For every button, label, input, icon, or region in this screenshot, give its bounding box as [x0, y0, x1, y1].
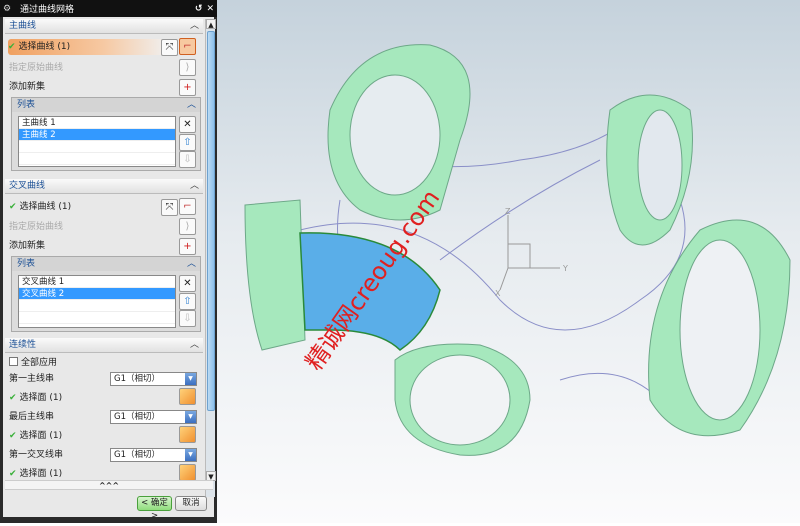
check-icon: ✔	[9, 393, 17, 403]
chevron-down-icon[interactable]: ▼	[185, 373, 196, 385]
scrollbar[interactable]: ▲ ▼	[205, 19, 216, 497]
apply-all-checkbox[interactable]: 全部应用	[9, 355, 201, 371]
list-item[interactable]: 主曲线 2	[19, 129, 175, 141]
value: G1（相切）	[114, 374, 160, 384]
primary-add-set-label: 添加新集	[9, 82, 46, 92]
section-primary-curves[interactable]: 主曲线 ︿	[5, 19, 203, 34]
cross-add-set-label: 添加新集	[9, 241, 46, 251]
model-view: Y X Z 精诚网creoug.com	[244, 44, 791, 456]
curve-rule-icon[interactable]: ⌐	[179, 38, 196, 55]
reset-icon[interactable]: ↺	[195, 4, 203, 14]
check-icon: ✔	[9, 431, 17, 441]
face-select-icon[interactable]	[179, 426, 196, 443]
chevron-up-icon[interactable]: ︿	[190, 179, 199, 194]
label: 选择曲线 (1)	[19, 202, 72, 212]
section-title: 主曲线	[9, 21, 37, 31]
axis-label-y: Y	[562, 264, 568, 273]
label: 全部应用	[21, 358, 58, 368]
chevron-up-icon[interactable]: ︿	[187, 98, 196, 112]
chevron-up-icon[interactable]: ︿	[190, 338, 199, 353]
move-up-icon[interactable]: ⇧	[179, 293, 196, 310]
cross-specify-origin: 指定原始曲线	[9, 222, 64, 232]
dialog-body: ▲ ▼ 主曲线 ︿ ✔ 选择曲线 (1) ⤧ ⌐ 指定原始曲线 ⟩ 添加新集 + 列…	[3, 17, 216, 517]
cancel-button[interactable]: 取消	[175, 496, 207, 511]
section-continuity[interactable]: 连续性 ︿	[5, 338, 203, 353]
dialog-title: 通过曲线网格	[20, 5, 75, 15]
origin-curve-icon[interactable]: ⟩	[179, 59, 196, 76]
first-cross-select[interactable]: G1（相切） ▼	[110, 448, 197, 462]
last-primary-select[interactable]: G1（相切） ▼	[110, 410, 197, 424]
wcs-triad	[499, 215, 560, 291]
move-up-icon[interactable]: ⇧	[179, 134, 196, 151]
chevron-down-icon[interactable]: ▼	[185, 411, 196, 423]
add-set-icon[interactable]: +	[179, 238, 196, 255]
value: G1（相切）	[114, 412, 160, 422]
primary-list-group: 列表 ︿ 主曲线 1 主曲线 2 ✕ ⇧ ⇩	[11, 97, 201, 171]
reverse-direction-icon[interactable]: ⤧	[161, 39, 178, 56]
dialog-titlebar: ⚙ 通过曲线网格 ↺ ✕	[0, 0, 217, 17]
reverse-direction-icon[interactable]: ⤧	[161, 199, 178, 216]
section-title: 连续性	[9, 340, 37, 350]
gear-icon[interactable]: ⚙	[0, 4, 14, 14]
face-select-icon[interactable]	[179, 388, 196, 405]
list-item[interactable]: 交叉曲线 1	[19, 276, 175, 288]
label: 选择面 (1)	[19, 431, 63, 441]
close-icon[interactable]: ✕	[206, 4, 214, 14]
value: G1（相切）	[114, 450, 160, 460]
first-primary-face[interactable]: ✔ 选择面 (1)	[9, 390, 201, 406]
list-header: 列表	[17, 100, 36, 110]
list-item[interactable]: 交叉曲线 2	[19, 288, 175, 300]
check-icon: ✔	[9, 469, 17, 479]
check-icon: ✔	[9, 202, 17, 212]
scroll-up-icon[interactable]: ▲	[206, 19, 216, 29]
label: 选择面 (1)	[19, 469, 63, 479]
more-options-toggle[interactable]: ^^^	[5, 480, 213, 490]
label: 选择曲线 (1)	[18, 42, 71, 52]
scroll-thumb[interactable]	[207, 31, 215, 411]
cross-list-group: 列表 ︿ 交叉曲线 1 交叉曲线 2 ✕ ⇧ ⇩	[11, 256, 201, 332]
primary-list[interactable]: 主曲线 1 主曲线 2	[18, 116, 176, 167]
move-down-icon[interactable]: ⇩	[179, 310, 196, 327]
face-select-icon[interactable]	[179, 464, 196, 481]
graphics-viewport[interactable]: Y X Z 精诚网creoug.com	[217, 0, 800, 523]
list-header: 列表	[17, 259, 36, 269]
remove-icon[interactable]: ✕	[179, 275, 196, 292]
origin-curve-icon[interactable]: ⟩	[179, 218, 196, 235]
check-icon: ✔	[8, 42, 16, 52]
cross-list[interactable]: 交叉曲线 1 交叉曲线 2	[18, 275, 176, 328]
label: 选择面 (1)	[19, 393, 63, 403]
move-down-icon[interactable]: ⇩	[179, 151, 196, 168]
ok-button[interactable]: < 确定 >	[137, 496, 172, 521]
primary-select-curve[interactable]: ✔ 选择曲线 (1)	[8, 39, 168, 55]
section-cross-curves[interactable]: 交叉曲线 ︿	[5, 179, 203, 194]
remove-icon[interactable]: ✕	[179, 116, 196, 133]
first-primary-select[interactable]: G1（相切） ▼	[110, 372, 197, 386]
dialog-panel: ⚙ 通过曲线网格 ↺ ✕ ▲ ▼ 主曲线 ︿ ✔ 选择曲线 (1) ⤧ ⌐ 指定原始曲…	[0, 0, 217, 523]
chevron-up-icon[interactable]: ︿	[187, 257, 196, 271]
checkbox[interactable]	[9, 357, 18, 366]
primary-specify-origin: 指定原始曲线	[9, 63, 64, 73]
section-title: 交叉曲线	[9, 181, 46, 191]
list-item[interactable]: 主曲线 1	[19, 117, 175, 129]
last-primary-face[interactable]: ✔ 选择面 (1)	[9, 428, 201, 444]
chevron-down-icon[interactable]: ▼	[185, 449, 196, 461]
curve-rule-icon[interactable]: ⌐	[179, 198, 196, 215]
axis-label-z: Z	[505, 207, 511, 216]
chevron-up-icon[interactable]: ︿	[190, 19, 199, 34]
add-set-icon[interactable]: +	[179, 79, 196, 96]
axis-label-x: X	[495, 289, 501, 298]
